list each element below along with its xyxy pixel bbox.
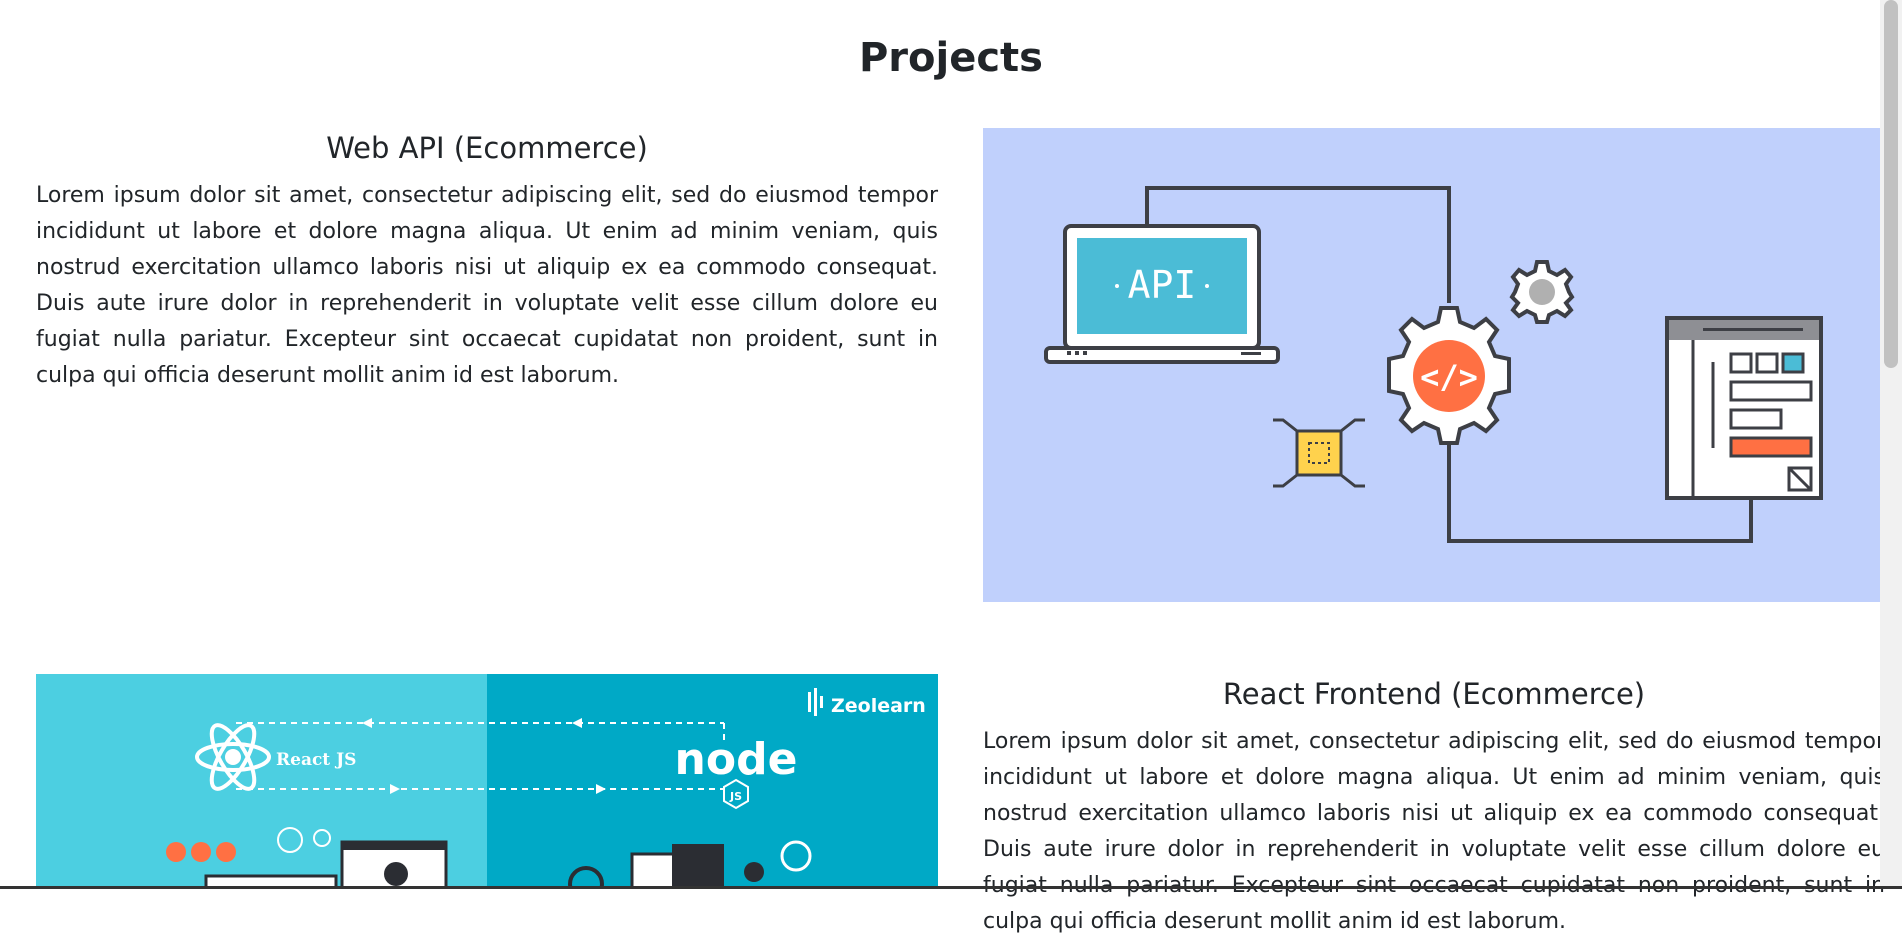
svg-text:</>: </> xyxy=(1420,358,1478,396)
scrollbar-thumb[interactable] xyxy=(1884,0,1898,368)
project-title-react-frontend: React Frontend (Ecommerce) xyxy=(1222,677,1646,711)
api-screen: API xyxy=(1077,238,1247,334)
project-title-web-api: Web API (Ecommerce) xyxy=(326,131,648,165)
react-node-illustration: React JS node JS Zeolearn xyxy=(36,674,938,889)
svg-text:node: node xyxy=(675,734,798,785)
svg-text:Zeolearn: Zeolearn xyxy=(831,695,926,717)
svg-text:JS: JS xyxy=(729,790,742,803)
code-gear-icon: </> xyxy=(1387,306,1511,445)
web-api-illustration: API </> xyxy=(983,128,1885,602)
svg-text:React JS: React JS xyxy=(276,750,356,770)
page-title: Projects xyxy=(858,35,1043,81)
svg-text:API: API xyxy=(1128,263,1197,307)
project-description-web-api: Lorem ipsum dolor sit amet, consectetur … xyxy=(36,183,938,388)
project-description-react-frontend: Lorem ipsum dolor sit amet, consectetur … xyxy=(983,729,1885,934)
page-scrollbar[interactable] xyxy=(1880,0,1902,889)
small-gear-icon xyxy=(1509,260,1575,324)
